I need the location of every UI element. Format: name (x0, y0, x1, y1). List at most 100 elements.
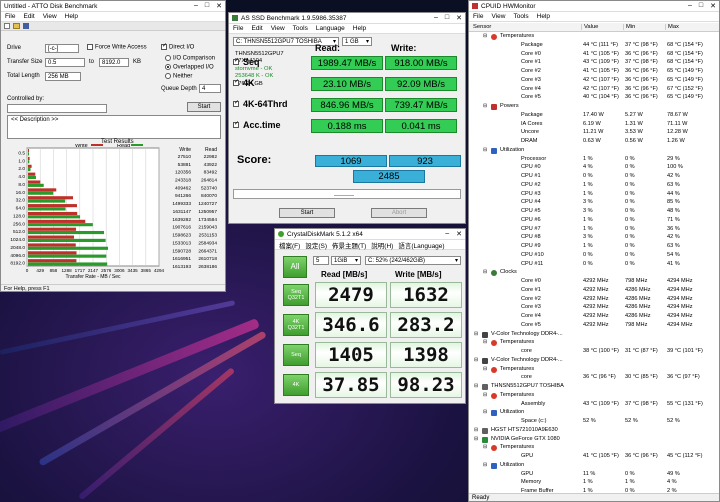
maximize-icon[interactable]: □ (445, 14, 449, 22)
row-checkbox[interactable] (233, 57, 239, 65)
sensor-row[interactable]: Core #0 41 °C (105 °F) 36 °C (96 °F) 68 °C … (469, 51, 719, 60)
expand-icon[interactable]: ⊟ (474, 427, 478, 433)
sensor-group[interactable]: ⊟ THNSN5512GPU7 TOSHIBA (469, 383, 719, 392)
cdm-test-button[interactable]: Seq (283, 344, 309, 366)
sensor-row[interactable]: core 36 °C (96 °F) 30 °C (85 °F) 36 °C (97 … (469, 374, 719, 383)
expand-icon[interactable]: ⊟ (474, 383, 478, 389)
sensor-row[interactable]: CPU #11 0 % 0 % 41 % (469, 261, 719, 270)
drive-select[interactable]: [-c-] (45, 44, 79, 53)
expand-icon[interactable]: ⊟ (483, 366, 487, 372)
sensor-row[interactable]: Core #2 41 °C (105 °F) 36 °C (96 °F) 65 °C … (469, 68, 719, 77)
sensor-row[interactable]: GPU 11 % 0 % 49 % (469, 471, 719, 480)
sensor-group[interactable]: ⊟ Powers (469, 103, 719, 112)
total-length-select[interactable]: 256 MB (45, 72, 81, 81)
menu-tools[interactable]: Tools (513, 13, 528, 20)
sensor-row[interactable]: GPU 41 °C (105 °F) 36 °C (96 °F) 45 °C (112… (469, 453, 719, 462)
cdm-size-select[interactable]: 1GiB ▾ (331, 256, 361, 265)
expand-icon[interactable]: ⊟ (474, 357, 478, 363)
sensor-row[interactable]: Uncore 11.21 W 3.53 W 12.28 W (469, 129, 719, 138)
sensor-row[interactable]: Core #3 42 °C (107 °F) 36 °C (96 °F) 65 °C … (469, 77, 719, 86)
sensor-row[interactable]: CPU #4 3 % 0 % 85 % (469, 199, 719, 208)
open-icon[interactable] (13, 23, 20, 29)
close-icon[interactable]: ✕ (456, 230, 462, 238)
sensor-row[interactable]: Memory 1 % 1 % 4 % (469, 479, 719, 488)
sensor-row[interactable]: CPU #1 0 % 0 % 42 % (469, 173, 719, 182)
expand-icon[interactable]: ⊟ (483, 339, 487, 345)
sensor-group[interactable]: ⊟ Utilization (469, 462, 719, 471)
menu-view[interactable]: View (491, 13, 505, 20)
sensor-row[interactable]: Core #5 4292 MHz 798 MHz 4294 MHz (469, 322, 719, 331)
cdm-count-select[interactable]: 5 (313, 256, 329, 265)
save-icon[interactable] (23, 23, 29, 29)
sensor-row[interactable]: Core #4 42 °C (107 °F) 36 °C (96 °F) 67 °C … (469, 86, 719, 95)
row-checkbox[interactable] (233, 78, 239, 86)
menu-edit[interactable]: Edit (251, 25, 262, 32)
minimize-icon[interactable]: – (445, 230, 449, 238)
menu-file[interactable]: 檔案(F) (279, 240, 300, 250)
sensor-row[interactable]: CPU #3 1 % 0 % 44 % (469, 191, 719, 200)
sensor-row[interactable]: CPU #10 0 % 0 % 54 % (469, 252, 719, 261)
sensor-group[interactable]: ⊟ V-Color Technology DDR4-... (469, 331, 719, 340)
neither-radio[interactable]: Neither (165, 73, 192, 80)
sensor-row[interactable]: CPU #6 1 % 0 % 71 % (469, 217, 719, 226)
sensor-row[interactable]: Assembly 43 °C (109 °F) 37 °C (98 °F) 55 °C… (469, 401, 719, 410)
menu-help[interactable]: Help (537, 13, 550, 20)
sensor-group[interactable]: ⊟ Utilization (469, 147, 719, 156)
sensor-row[interactable]: CPU #8 3 % 0 % 42 % (469, 234, 719, 243)
start-button[interactable]: Start (187, 102, 221, 112)
menu-language[interactable]: Language (316, 25, 345, 32)
menu-file[interactable]: File (5, 13, 15, 20)
col-min[interactable]: Min (623, 24, 635, 30)
new-icon[interactable] (4, 23, 10, 29)
controlled-by-select[interactable] (7, 104, 107, 113)
asssd-size-select[interactable]: 1 GB ▾ (342, 37, 372, 46)
expand-icon[interactable]: ⊟ (483, 269, 487, 275)
sensor-group[interactable]: ⊟ Temperatures (469, 33, 719, 42)
sensor-row[interactable]: Package 17.40 W 5.27 W 78.67 W (469, 112, 719, 121)
description-box[interactable]: << Description >> (7, 115, 221, 139)
sensor-row[interactable]: Space (c:) 52 % 52 % 52 % (469, 418, 719, 427)
expand-icon[interactable]: ⊟ (483, 103, 487, 109)
sensor-row[interactable]: core 38 °C (100 °F) 31 °C (87 °F) 39 °C (10… (469, 348, 719, 357)
direct-io-checkbox[interactable]: Direct I/O (161, 42, 194, 51)
hwm-sensor-tree[interactable]: ⊟ Temperatures Package 44 °C (111 °F) 37 °C … (469, 33, 719, 493)
sensor-group[interactable]: ⊟ Temperatures (469, 366, 719, 375)
sensor-group[interactable]: ⊟ Temperatures (469, 444, 719, 453)
close-icon[interactable]: ✕ (456, 14, 462, 22)
expand-icon[interactable]: ⊟ (483, 409, 487, 415)
force-write-checkbox[interactable]: Force Write Access (87, 44, 147, 51)
close-icon[interactable]: ✕ (216, 2, 222, 10)
menu-file[interactable]: File (473, 13, 483, 20)
maximize-icon[interactable]: □ (205, 2, 209, 10)
transfer-to-select[interactable]: 8192.0 (99, 58, 129, 67)
menu-settings[interactable]: 設定(S) (305, 240, 327, 250)
cdm-test-button[interactable]: Seq Q32T1 (283, 284, 309, 306)
sensor-row[interactable]: Core #3 4292 MHz 4286 MHz 4294 MHz (469, 304, 719, 313)
queue-depth-select[interactable]: 4 (199, 84, 221, 93)
expand-icon[interactable]: ⊟ (483, 444, 487, 450)
sensor-row[interactable]: Core #0 4292 MHz 798 MHz 4294 MHz (469, 278, 719, 287)
sensor-row[interactable]: Core #2 4292 MHz 4286 MHz 4294 MHz (469, 296, 719, 305)
sensor-row[interactable]: CPU #5 3 % 0 % 48 % (469, 208, 719, 217)
sensor-group[interactable]: ⊟ Utilization (469, 409, 719, 418)
menu-tools[interactable]: Tools (293, 25, 308, 32)
sensor-group[interactable]: ⊟ Temperatures (469, 392, 719, 401)
cdm-all-button[interactable]: All (283, 256, 307, 278)
cdm-test-button[interactable]: 4K Q32T1 (283, 314, 309, 336)
sensor-row[interactable]: CPU #0 4 % 0 % 100 % (469, 164, 719, 173)
menu-language[interactable]: 語言(Language) (398, 240, 444, 250)
expand-icon[interactable]: ⊟ (483, 392, 487, 398)
sensor-row[interactable]: Processor 1 % 0 % 29 % (469, 156, 719, 165)
minimize-icon[interactable]: – (688, 2, 692, 10)
menu-theme[interactable]: 佈景主題(T) (332, 240, 366, 250)
cdm-test-button[interactable]: 4K (283, 374, 309, 396)
minimize-icon[interactable]: – (194, 2, 198, 10)
sensor-row[interactable]: IA Cores 6.19 W 1.31 W 71.11 W (469, 121, 719, 130)
sensor-group[interactable]: ⊟ HGST HTS721010A9E630 (469, 427, 719, 436)
cdm-drive-select[interactable]: C: 52% (242/462GiB) ▾ (365, 256, 461, 265)
expand-icon[interactable]: ⊟ (474, 331, 478, 337)
asssd-start-button[interactable]: Start (279, 208, 335, 218)
row-checkbox[interactable] (233, 120, 239, 128)
expand-icon[interactable]: ⊟ (483, 462, 487, 468)
sensor-row[interactable]: DRAM 0.63 W 0.56 W 1.26 W (469, 138, 719, 147)
